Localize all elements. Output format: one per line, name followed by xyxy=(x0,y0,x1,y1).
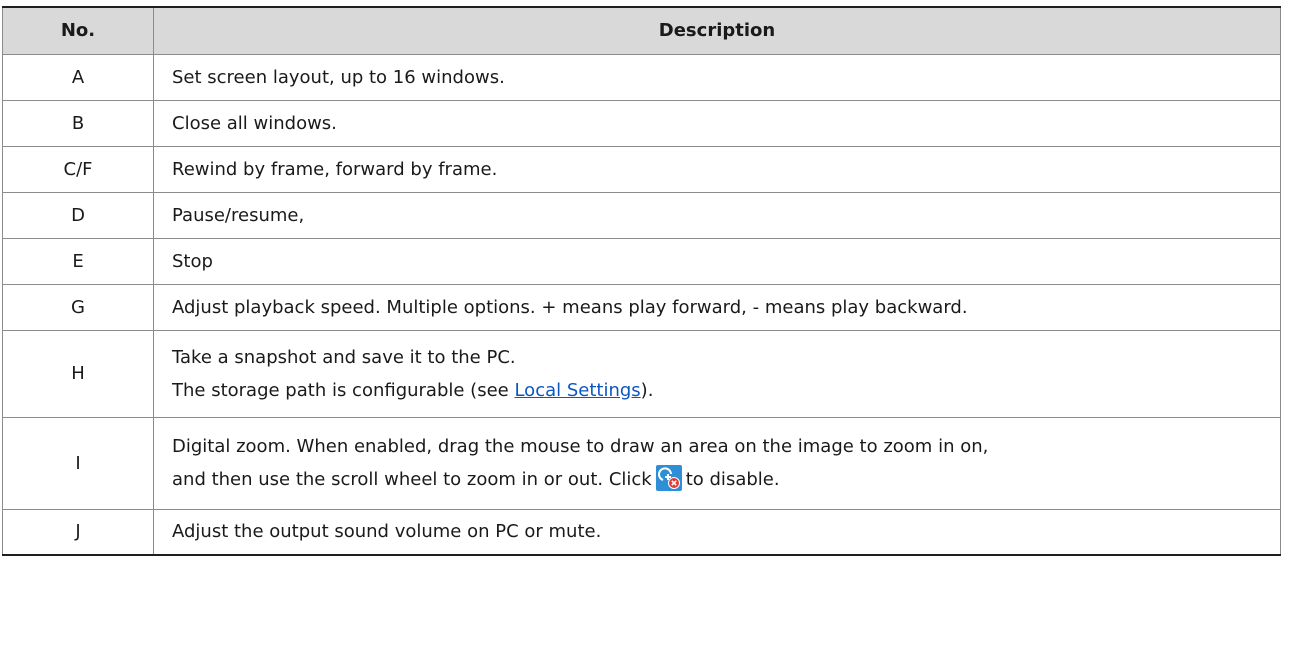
row-description: Pause/resume, xyxy=(153,191,1281,239)
description-text: The storage path is configurable (see xyxy=(172,379,515,401)
table-row: C/F Rewind by frame, forward by frame. xyxy=(2,145,1281,193)
table-row: J Adjust the output sound volume on PC o… xyxy=(2,508,1281,556)
row-no: I xyxy=(2,416,154,510)
row-description: Adjust the output sound volume on PC or … xyxy=(153,508,1281,556)
description-table: No. Description A Set screen layout, up … xyxy=(2,6,1281,556)
table-header-row: No. Description xyxy=(2,6,1281,55)
table-row: H Take a snapshot and save it to the PC.… xyxy=(2,329,1281,418)
description-line: The storage path is configurable (see Lo… xyxy=(172,374,1280,407)
description-line: Digital zoom. When enabled, drag the mou… xyxy=(172,436,989,457)
row-no: H xyxy=(2,329,154,418)
description-text: to disable. xyxy=(685,469,780,490)
row-no: A xyxy=(2,53,154,101)
row-no: G xyxy=(2,283,154,331)
row-description: Adjust playback speed. Multiple options.… xyxy=(153,283,1281,331)
table-row: E Stop xyxy=(2,237,1281,285)
description-line: and then use the scroll wheel to zoom in… xyxy=(172,463,1280,496)
row-description: Take a snapshot and save it to the PC. T… xyxy=(153,329,1281,418)
header-description: Description xyxy=(153,6,1281,55)
row-description: Digital zoom. When enabled, drag the mou… xyxy=(153,416,1281,510)
zoom-disable-icon xyxy=(655,465,682,491)
table-row: D Pause/resume, xyxy=(2,191,1281,239)
row-no: J xyxy=(2,508,154,556)
table-row: I Digital zoom. When enabled, drag the m… xyxy=(2,416,1281,510)
table-row: G Adjust playback speed. Multiple option… xyxy=(2,283,1281,331)
row-no: D xyxy=(2,191,154,239)
row-no: C/F xyxy=(2,145,154,193)
description-text: ). xyxy=(640,379,654,401)
table-row: A Set screen layout, up to 16 windows. xyxy=(2,53,1281,101)
description-text: and then use the scroll wheel to zoom in… xyxy=(172,469,652,490)
local-settings-link[interactable]: Local Settings xyxy=(514,380,640,401)
row-no: B xyxy=(2,99,154,147)
row-description: Stop xyxy=(153,237,1281,285)
row-description: Close all windows. xyxy=(153,99,1281,147)
row-no: E xyxy=(2,237,154,285)
row-description: Rewind by frame, forward by frame. xyxy=(153,145,1281,193)
header-no: No. xyxy=(2,6,154,55)
table-row: B Close all windows. xyxy=(2,99,1281,147)
description-line: Take a snapshot and save it to the PC. xyxy=(172,346,516,368)
row-description: Set screen layout, up to 16 windows. xyxy=(153,53,1281,101)
